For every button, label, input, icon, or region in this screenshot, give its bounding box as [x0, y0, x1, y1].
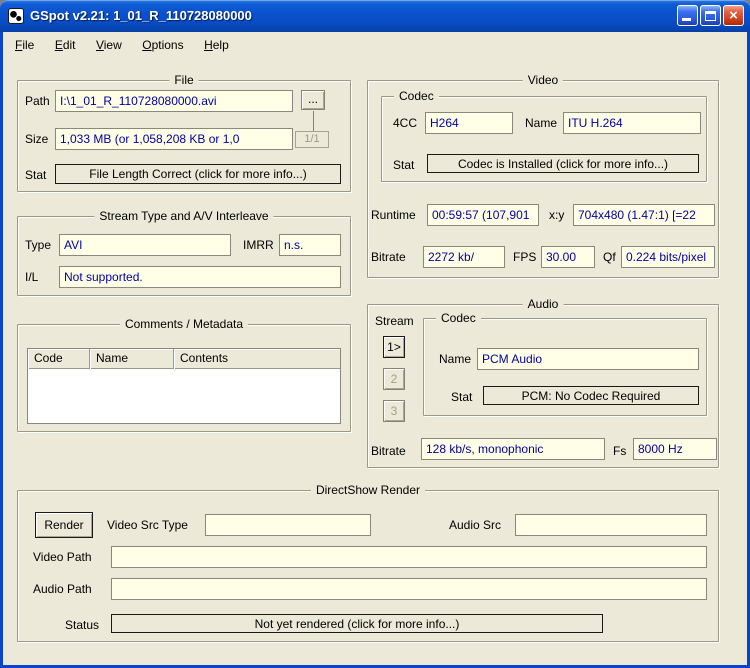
audio-name-label: Name — [439, 352, 472, 366]
video-codec-group-title: Codec — [394, 89, 439, 103]
column-header-name[interactable]: Name — [90, 349, 174, 369]
video-path-label: Video Path — [33, 550, 92, 564]
close-icon: × — [729, 7, 738, 24]
size-label: Size — [25, 132, 49, 146]
menu-item-edit[interactable]: Edit — [47, 36, 84, 55]
imrr-field[interactable]: n.s. — [279, 234, 341, 256]
menu-item-help[interactable]: Help — [196, 36, 237, 55]
metadata-table-header: Code Name Contents — [28, 349, 340, 369]
page-indicator: 1/1 — [295, 131, 329, 148]
metadata-table: Code Name Contents — [27, 348, 341, 424]
file-stat-label: Stat — [25, 168, 47, 182]
menu-item-view[interactable]: View — [88, 36, 130, 55]
audio-stat-button[interactable]: PCM: No Codec Required — [483, 386, 699, 405]
render-button[interactable]: Render — [35, 512, 93, 538]
maximize-button[interactable] — [700, 5, 721, 26]
audio-src-field[interactable] — [515, 514, 707, 536]
qf-field[interactable]: 0.224 bits/pixel — [621, 246, 715, 268]
menu-item-file[interactable]: File — [7, 36, 42, 55]
xy-field[interactable]: 704x480 (1.47:1) [=22 — [573, 204, 715, 226]
path-field[interactable]: I:\1_01_R_110728080000.avi — [55, 90, 293, 112]
runtime-label: Runtime — [371, 208, 416, 222]
file-stat-button[interactable]: File Length Correct (click for more info… — [55, 164, 341, 184]
video-bitrate-label: Bitrate — [371, 250, 406, 264]
minimize-button[interactable] — [677, 5, 698, 26]
video-stat-label: Stat — [393, 158, 415, 172]
fps-label: FPS — [513, 250, 537, 264]
audio-path-field[interactable] — [111, 578, 707, 600]
stream-button-2: 2 — [383, 368, 405, 390]
fs-label: Fs — [613, 444, 627, 458]
video-src-label: Video Src Type — [107, 518, 188, 532]
window-title: GSpot v2.21: 1_01_R_110728080000 — [30, 8, 252, 23]
window: GSpot v2.21: 1_01_R_110728080000 × File … — [0, 0, 750, 668]
app-icon[interactable] — [8, 8, 24, 24]
fourcc-field[interactable]: H264 — [425, 112, 513, 134]
comments-group-title: Comments / Metadata — [119, 317, 249, 331]
browse-button[interactable]: ... — [301, 90, 325, 110]
status-button[interactable]: Not yet rendered (click for more info...… — [111, 614, 603, 633]
runtime-field[interactable]: 00:59:57 (107,901 — [427, 204, 539, 226]
audio-name-field[interactable]: PCM Audio — [477, 348, 699, 370]
video-bitrate-field[interactable]: 2272 kb/ — [423, 246, 505, 268]
render-group-title: DirectShow Render — [310, 483, 426, 497]
close-button[interactable]: × — [723, 5, 744, 26]
type-field[interactable]: AVI — [59, 234, 231, 256]
status-label: Status — [65, 618, 100, 632]
video-src-field[interactable] — [205, 514, 371, 536]
size-field[interactable]: 1,033 MB (or 1,058,208 KB or 1,0 — [55, 128, 293, 150]
client-area: File Edit View Options Help File Path I:… — [3, 32, 747, 665]
qf-label: Qf — [603, 250, 616, 264]
file-group-title: File — [169, 73, 199, 87]
audio-stat-label: Stat — [451, 390, 473, 404]
imrr-label: IMRR — [243, 238, 274, 252]
path-label: Path — [25, 94, 50, 108]
menubar: File Edit View Options Help — [3, 32, 747, 58]
column-header-code[interactable]: Code — [28, 349, 90, 369]
stream-label: Stream — [375, 314, 414, 328]
stream-button-3: 3 — [383, 400, 405, 422]
xy-label: x:y — [549, 208, 565, 222]
audio-codec-group-title: Codec — [436, 311, 481, 325]
fs-field[interactable]: 8000 Hz — [633, 438, 717, 460]
fps-field[interactable]: 30.00 — [541, 246, 595, 268]
codec-name-field[interactable]: ITU H.264 — [563, 112, 701, 134]
column-header-contents[interactable]: Contents — [174, 349, 340, 369]
minimize-icon — [682, 18, 691, 21]
menu-item-options[interactable]: Options — [134, 36, 191, 55]
audio-src-label: Audio Src — [449, 518, 502, 532]
video-path-field[interactable] — [111, 546, 707, 568]
audio-group-title: Audio — [522, 297, 564, 311]
maximize-icon — [705, 11, 716, 21]
video-stat-button[interactable]: Codec is Installed (click for more info.… — [427, 154, 699, 173]
audio-path-label: Audio Path — [33, 582, 92, 596]
il-field[interactable]: Not supported. — [59, 266, 341, 288]
connector-line — [313, 111, 314, 131]
audio-bitrate-label: Bitrate — [371, 444, 406, 458]
video-group-title: Video — [522, 73, 564, 87]
type-label: Type — [25, 238, 52, 252]
il-label: I/L — [25, 270, 39, 284]
stream-group-title: Stream Type and A/V Interleave — [94, 209, 274, 223]
stream-button-1[interactable]: 1> — [383, 336, 405, 358]
audio-bitrate-field[interactable]: 128 kb/s, monophonic — [421, 438, 605, 460]
titlebar[interactable]: GSpot v2.21: 1_01_R_110728080000 × — [0, 0, 750, 32]
fourcc-label: 4CC — [393, 116, 418, 130]
codec-name-label: Name — [525, 116, 558, 130]
metadata-table-body[interactable] — [28, 369, 340, 423]
